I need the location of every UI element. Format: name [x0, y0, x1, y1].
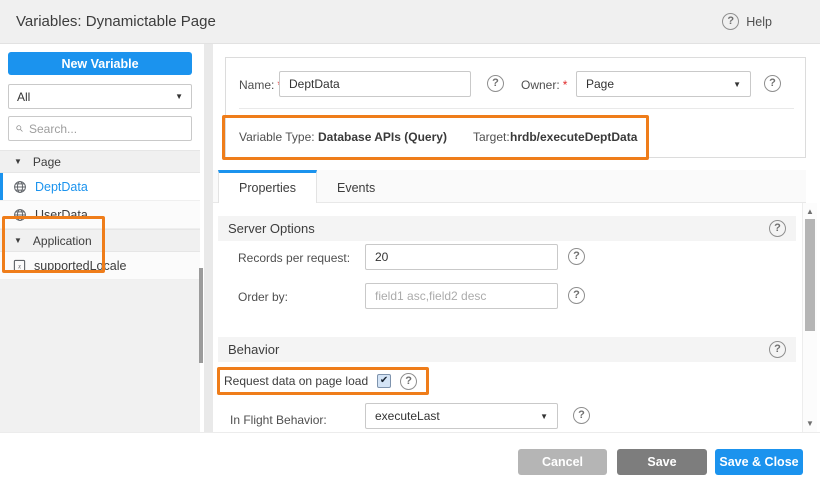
properties-panel: Server Options ? Records per request: ? …: [213, 203, 802, 432]
tree-item-label: UserData: [35, 208, 88, 222]
name-help-icon[interactable]: ?: [487, 75, 504, 92]
chevron-down-icon: ▼: [733, 80, 741, 89]
request-data-help-icon[interactable]: ?: [400, 373, 417, 390]
behavior-help-icon[interactable]: ?: [769, 341, 786, 358]
tab-properties[interactable]: Properties: [218, 170, 317, 203]
records-help-icon[interactable]: ?: [568, 248, 585, 265]
tree-item-label: supportedLocale: [34, 259, 126, 273]
variable-form-panel: Name:* ? Owner:* Page ▼ ? Variable Type:…: [225, 57, 806, 158]
order-by-help-icon[interactable]: ?: [568, 287, 585, 304]
collapse-arrow-icon: ▼: [14, 236, 22, 245]
tab-properties-label: Properties: [239, 181, 296, 195]
svg-text:x: x: [17, 263, 22, 271]
required-marker: *: [563, 78, 568, 92]
form-divider: [239, 108, 794, 109]
tree-item-label: DeptData: [35, 180, 88, 194]
variable-type-label: Variable Type:: [239, 130, 315, 144]
server-options-title: Server Options: [228, 221, 315, 236]
tree-group-page[interactable]: ▼ Page: [0, 150, 200, 173]
order-by-label: Order by:: [238, 290, 288, 304]
tree-group-page-label: Page: [33, 155, 61, 169]
tree-item-supportedlocale[interactable]: x supportedLocale: [0, 252, 200, 280]
variables-tree: ▼ Page DeptData UserData ▼ Application: [0, 150, 200, 280]
variables-sidebar: New Variable All ▼ ▼ Page DeptData: [0, 44, 200, 432]
variable-detail-panel: Name:* ? Owner:* Page ▼ ? Variable Type:…: [213, 44, 820, 432]
chevron-down-icon: ▼: [540, 412, 548, 421]
behavior-header: Behavior ?: [218, 337, 796, 362]
server-options-help-icon[interactable]: ?: [769, 220, 786, 237]
checkmark-icon: ✔: [380, 376, 388, 386]
in-flight-behavior-label: In Flight Behavior:: [230, 413, 327, 427]
in-flight-help-icon[interactable]: ?: [573, 407, 590, 424]
help-question-icon: ?: [722, 13, 739, 30]
web-service-icon: [13, 208, 27, 222]
variable-filter-value: All: [17, 90, 30, 104]
sidebar-scrollbar[interactable]: [199, 268, 203, 363]
help-button[interactable]: ? Help: [722, 13, 772, 30]
variables-dialog: Variables: Dynamictable Page ? Help New …: [0, 0, 820, 488]
in-flight-behavior-select[interactable]: executeLast ▼: [365, 403, 558, 429]
records-per-request-input[interactable]: [365, 244, 558, 270]
variable-meta-row: Variable Type: Database APIs (Query) Tar…: [226, 115, 786, 160]
tab-events-label: Events: [337, 181, 375, 195]
page-title: Variables: Dynamictable Page: [16, 13, 216, 30]
search-icon: [16, 122, 23, 135]
name-label: Name:*: [239, 78, 282, 92]
tree-group-application-label: Application: [33, 234, 92, 248]
model-variable-icon: x: [13, 259, 26, 272]
variable-filter-select[interactable]: All ▼: [8, 84, 192, 109]
tree-item-deptdata[interactable]: DeptData: [0, 173, 200, 201]
owner-select[interactable]: Page ▼: [576, 71, 751, 97]
records-per-request-label: Records per request:: [238, 251, 350, 265]
in-flight-behavior-value: executeLast: [375, 409, 440, 423]
chevron-down-icon: ▼: [175, 92, 183, 101]
target-value: hrdb/executeDeptData: [510, 130, 637, 144]
request-data-row: Request data on page load ✔ ?: [224, 370, 417, 392]
order-by-input[interactable]: [365, 283, 558, 309]
footer-bar: Cancel Save Save & Close: [0, 432, 820, 488]
properties-scrollbar[interactable]: ▲ ▼: [802, 203, 817, 432]
scroll-down-arrow-icon[interactable]: ▼: [803, 419, 817, 428]
panel-divider: [204, 44, 213, 432]
owner-label: Owner:*: [521, 78, 567, 92]
name-input[interactable]: [279, 71, 471, 97]
server-options-header: Server Options ?: [218, 216, 796, 241]
help-label: Help: [746, 15, 772, 29]
search-box[interactable]: [8, 116, 192, 141]
owner-value: Page: [586, 77, 614, 91]
collapse-arrow-icon: ▼: [14, 157, 22, 166]
tree-item-userdata[interactable]: UserData: [0, 201, 200, 229]
target-label: Target:: [473, 130, 510, 144]
web-service-icon: [13, 180, 27, 194]
variable-type-value: Database APIs (Query): [318, 130, 447, 144]
save-button[interactable]: Save: [617, 449, 707, 475]
save-and-close-button[interactable]: Save & Close: [715, 449, 803, 475]
scrollbar-thumb[interactable]: [805, 219, 815, 331]
tree-group-application[interactable]: ▼ Application: [0, 229, 200, 252]
cancel-button[interactable]: Cancel: [518, 449, 607, 475]
request-data-checkbox[interactable]: ✔: [377, 374, 391, 388]
new-variable-button[interactable]: New Variable: [8, 52, 192, 75]
search-input[interactable]: [29, 122, 184, 136]
tab-events[interactable]: Events: [317, 170, 395, 202]
owner-help-icon[interactable]: ?: [764, 75, 781, 92]
behavior-title: Behavior: [228, 342, 279, 357]
scroll-up-arrow-icon[interactable]: ▲: [803, 207, 817, 216]
detail-tabbar: Properties Events: [213, 170, 806, 203]
dialog-header: Variables: Dynamictable Page ? Help: [0, 0, 820, 44]
sidebar-empty-area: [0, 280, 200, 432]
request-data-label: Request data on page load: [224, 374, 368, 388]
